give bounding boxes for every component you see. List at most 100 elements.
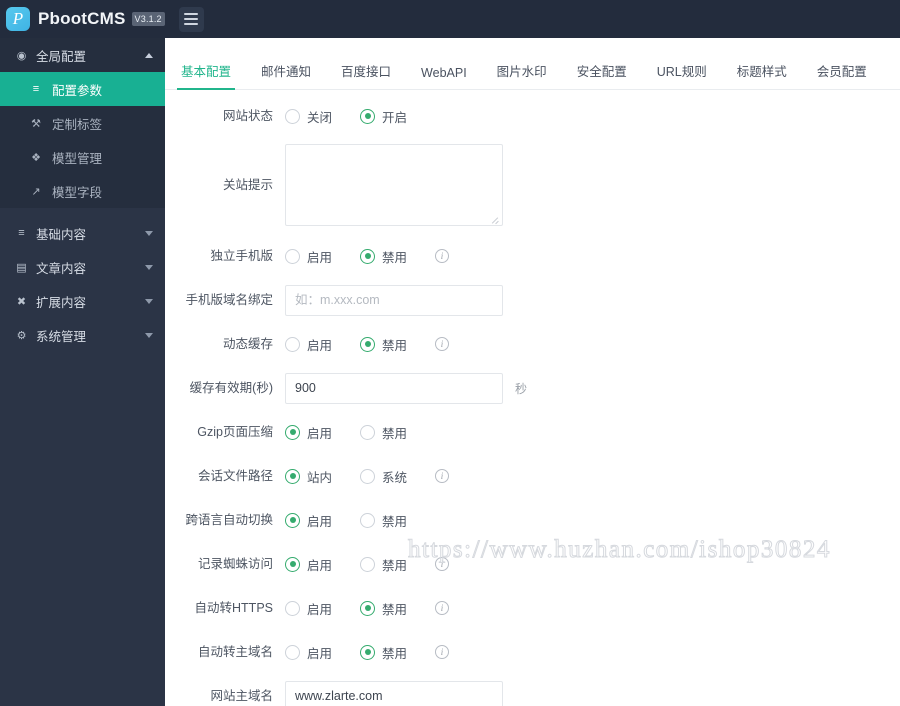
globe-icon: ◉ (16, 49, 27, 62)
sliders-icon: ≡ (32, 83, 40, 95)
chevron-up-icon[interactable] (145, 52, 153, 58)
tab-8[interactable]: 会员配置 (817, 61, 867, 89)
radio-record-spider-visits-0[interactable]: 启用 (285, 555, 332, 574)
input-site-main-domain[interactable] (285, 680, 503, 706)
sidebar-item-3[interactable]: ↗ 模型字段 (0, 174, 165, 208)
radio-circle-icon[interactable] (360, 336, 376, 352)
logo-letter: P (12, 8, 24, 28)
info-icon[interactable]: i (435, 469, 450, 483)
tab-7[interactable]: 标题样式 (737, 61, 787, 89)
shuffle-icon: ✖ (16, 295, 27, 308)
radio-label: 禁用 (382, 558, 408, 573)
radio-session-file-path-1[interactable]: 系统 (360, 467, 407, 486)
radio-session-file-path-0[interactable]: 站内 (285, 467, 332, 486)
info-icon[interactable]: i (435, 557, 450, 571)
field-dynamic-cache: 启用 禁用 i (285, 328, 900, 360)
info-icon[interactable]: i (435, 249, 450, 263)
radio-auto-redirect-https-1[interactable]: 禁用 (360, 599, 407, 618)
info-icon[interactable]: i (435, 645, 450, 659)
tab-1[interactable]: 邮件通知 (261, 61, 311, 89)
radio-circle-icon[interactable] (285, 336, 300, 352)
radio-circle-icon[interactable] (360, 644, 376, 660)
tab-5[interactable]: 安全配置 (577, 61, 627, 89)
admin-page: P PbootCMS V3.1.2 ◉ 全局配置 ≡ 配置参数 ⚒ 定制标签 ❖ 模型管理 ↗ 模… (0, 0, 900, 706)
radio-gzip-compression-0[interactable]: 启用 (285, 423, 332, 442)
radio-independent-mobile-1[interactable]: 禁用 (360, 247, 407, 266)
textarea-close-site-tip[interactable] (285, 144, 503, 226)
radio-label: 禁用 (382, 426, 408, 441)
radio-label: 站内 (307, 470, 333, 485)
label-session-file-path: 会话文件路径 (197, 469, 273, 483)
radio-cross-language-auto-switch-0[interactable]: 启用 (285, 511, 332, 530)
tab-3[interactable]: WebAPI (421, 66, 467, 89)
radio-label: 禁用 (382, 338, 408, 353)
radio-cross-language-auto-switch-1[interactable]: 禁用 (360, 511, 407, 530)
radio-circle-icon[interactable] (360, 556, 376, 572)
label-gzip-compression: Gzip页面压缩 (197, 425, 273, 439)
sidebar-group-1[interactable]: ≡ 基础内容 (0, 216, 165, 250)
label-cache-lifetime: 缓存有效期(秒) (189, 381, 273, 395)
radio-dynamic-cache-1[interactable]: 禁用 (360, 335, 407, 354)
label-site-status: 网站状态 (222, 109, 273, 123)
radio-circle-icon[interactable] (285, 108, 300, 124)
tab-6[interactable]: URL规则 (657, 61, 707, 89)
radio-auto-redirect-main-domain-0[interactable]: 启用 (285, 643, 332, 662)
radio-auto-redirect-main-domain-1[interactable]: 禁用 (360, 643, 407, 662)
radio-circle-icon[interactable] (360, 248, 376, 264)
form-row-close-site-tip: 关站提示 (165, 144, 900, 240)
chevron-down-icon[interactable] (145, 230, 153, 236)
radio-auto-redirect-https-0[interactable]: 启用 (285, 599, 332, 618)
info-icon[interactable]: i (435, 337, 450, 351)
hamburger-menu-icon[interactable] (178, 6, 204, 32)
radio-circle-icon[interactable] (285, 644, 300, 660)
sidebar-item-1[interactable]: ⚒ 定制标签 (0, 106, 165, 140)
hamburger-bar (184, 13, 199, 15)
form-row-cache-lifetime: 缓存有效期(秒) 秒 (165, 372, 900, 416)
sidebar-group-3[interactable]: ✖ 扩展内容 (0, 284, 165, 318)
sidebar-divider (0, 208, 165, 216)
radio-record-spider-visits-1[interactable]: 禁用 (360, 555, 407, 574)
radio-circle-icon[interactable] (360, 424, 376, 440)
radio-circle-icon[interactable] (360, 600, 376, 616)
form-row-session-file-path: 会话文件路径 站内 系统 i (165, 460, 900, 504)
field-auto-redirect-https: 启用 禁用 i (285, 592, 900, 624)
radio-dynamic-cache-0[interactable]: 启用 (285, 335, 332, 354)
radio-circle-icon[interactable] (285, 556, 300, 572)
radio-circle-icon[interactable] (360, 512, 376, 528)
label-record-spider-visits: 记录蜘蛛访问 (197, 557, 273, 571)
form-row-auto-redirect-https: 自动转HTTPS 启用 禁用 i (165, 592, 900, 636)
radio-independent-mobile-0[interactable]: 启用 (285, 247, 332, 266)
tab-2[interactable]: 百度接口 (341, 61, 391, 89)
chevron-down-icon[interactable] (145, 298, 153, 304)
radio-gzip-compression-1[interactable]: 禁用 (360, 423, 407, 442)
sidebar: ◉ 全局配置 ≡ 配置参数 ⚒ 定制标签 ❖ 模型管理 ↗ 模型字段 ≡ 基础内容 ▤ 文章内容 ✖ 扩展内容… (0, 38, 165, 706)
radio-circle-icon[interactable] (285, 248, 300, 264)
radio-circle-icon[interactable] (285, 468, 300, 484)
tab-0[interactable]: 基本配置 (176, 61, 236, 90)
radio-circle-icon[interactable] (285, 600, 300, 616)
sidebar-group-4[interactable]: ⚙ 系统管理 (0, 318, 165, 352)
input-mobile-domain-binding[interactable] (285, 284, 503, 316)
radio-label: 启用 (307, 426, 333, 441)
radio-circle-icon[interactable] (285, 424, 300, 440)
sidebar-item-label: 配置参数 (52, 83, 103, 98)
sidebar-group-2[interactable]: ▤ 文章内容 (0, 250, 165, 284)
form-row-auto-redirect-main-domain: 自动转主域名 启用 禁用 i (165, 636, 900, 680)
sidebar-item-0[interactable]: ≡ 配置参数 (0, 72, 165, 106)
sidebar-group-0[interactable]: ◉ 全局配置 (0, 38, 165, 72)
chevron-down-icon[interactable] (145, 264, 153, 270)
radio-label: 启用 (307, 338, 333, 353)
radio-label: 禁用 (382, 250, 408, 265)
info-icon[interactable]: i (435, 601, 450, 615)
radio-site-status-1[interactable]: 开启 (360, 107, 407, 126)
sidebar-item-2[interactable]: ❖ 模型管理 (0, 140, 165, 174)
radio-site-status-0[interactable]: 关闭 (285, 107, 332, 126)
radio-circle-icon[interactable] (360, 468, 376, 484)
radio-circle-icon[interactable] (360, 108, 376, 124)
field-record-spider-visits: 启用 禁用 i (285, 548, 900, 580)
chevron-down-icon[interactable] (145, 332, 153, 338)
radio-circle-icon[interactable] (285, 512, 300, 528)
tab-4[interactable]: 图片水印 (497, 61, 547, 89)
document-icon: ▤ (16, 261, 27, 274)
input-cache-lifetime[interactable] (285, 372, 503, 404)
